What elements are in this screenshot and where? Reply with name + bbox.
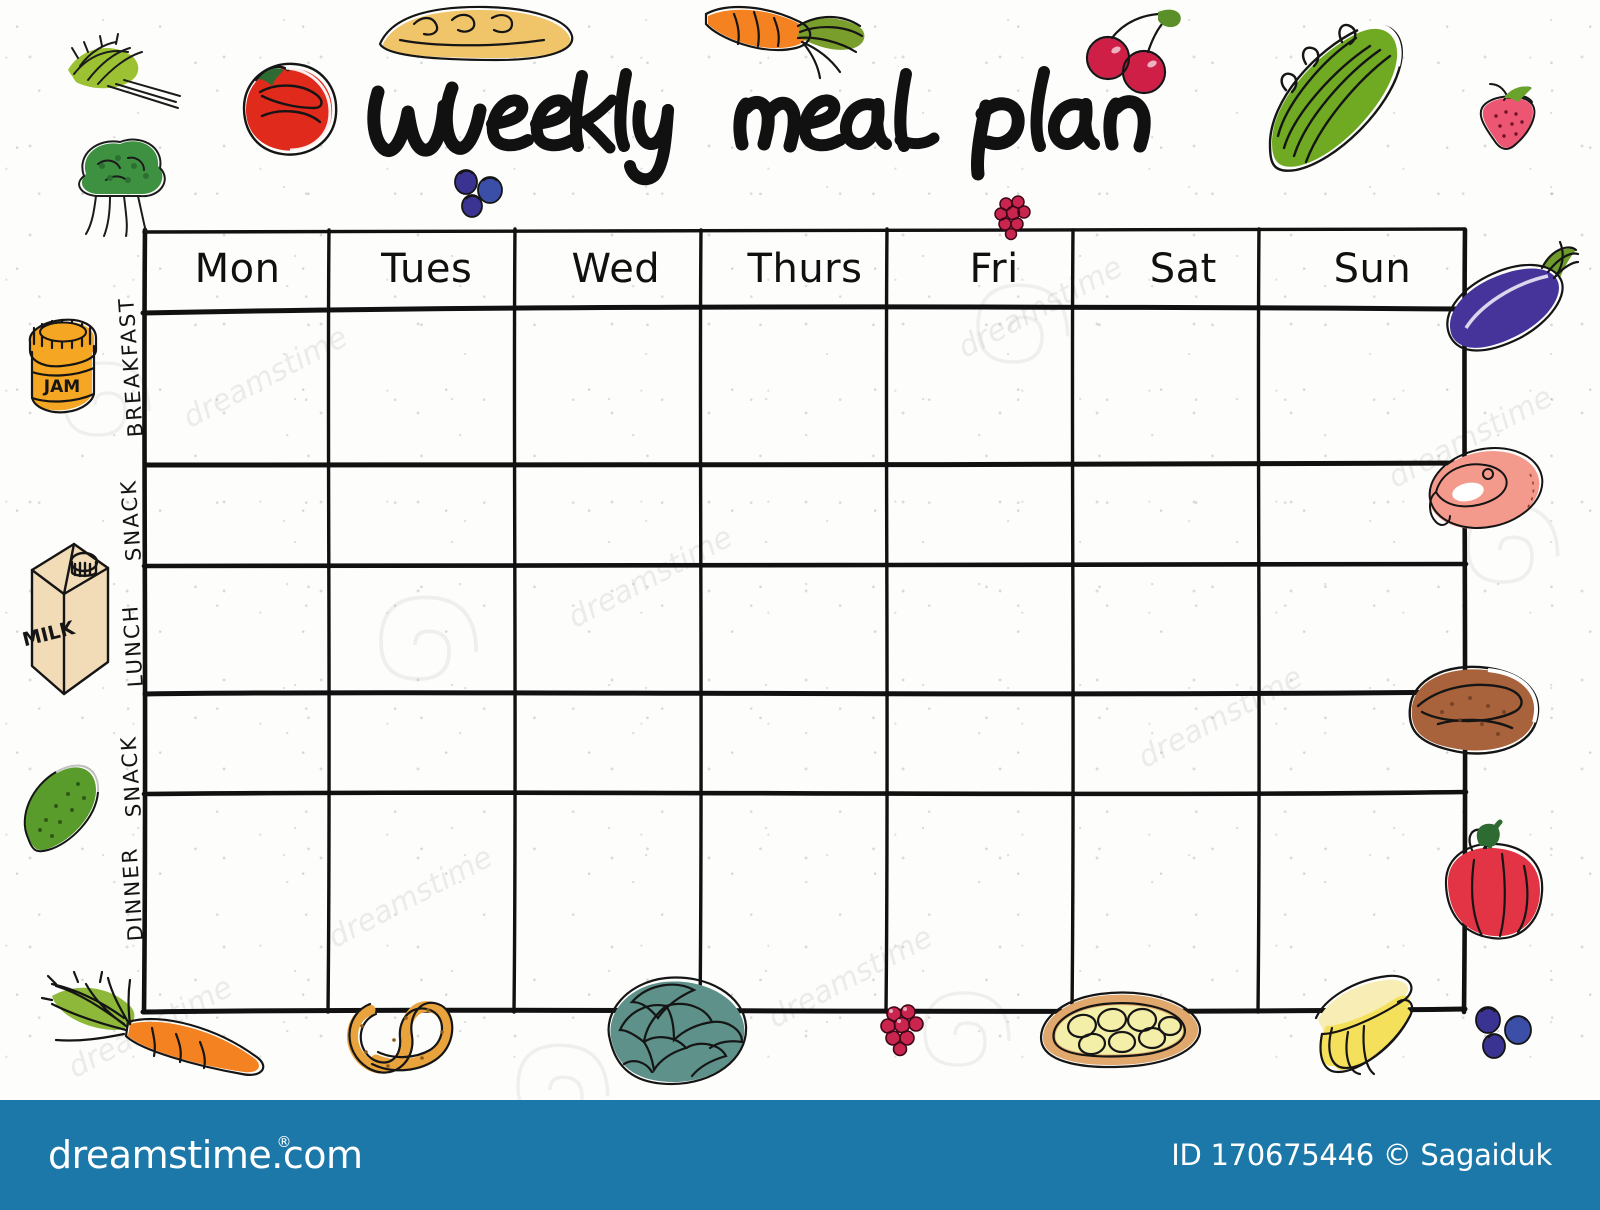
meal-cell[interactable] (143, 694, 332, 794)
strawberry-illustration (1470, 80, 1546, 160)
meal-cell[interactable] (710, 310, 899, 463)
meal-cell[interactable] (1089, 564, 1278, 694)
blueberries-bottom-illustration (1470, 1000, 1552, 1066)
blueberries-illustration (450, 160, 522, 220)
day-header-sat: Sat (1149, 246, 1217, 292)
meal-cell[interactable] (332, 794, 521, 1014)
meal-cell[interactable] (1089, 694, 1278, 794)
pretzel-illustration (336, 988, 456, 1084)
meal-cell[interactable] (143, 564, 332, 694)
eggplant-illustration (1438, 238, 1580, 368)
meal-cell[interactable] (710, 463, 899, 564)
meal-cell[interactable] (900, 564, 1089, 694)
day-header-mon: Mon (194, 246, 281, 292)
raspberry-illustration (988, 190, 1038, 246)
parsley-herbs-illustration (58, 22, 188, 112)
meal-cell[interactable] (143, 310, 332, 463)
lettuce-cabbage-illustration (594, 968, 764, 1090)
meal-cell[interactable] (521, 564, 710, 694)
dreamstime-wordmark: dreamstime.com (48, 1133, 363, 1177)
meal-cell[interactable] (900, 794, 1089, 1014)
meal-plan-grid: Mon Tues Wed Thurs Fri Sat Sun (140, 227, 1470, 1015)
stock-photo-footer: dreamstime.com ® ID 170675446 © Sagaiduk (0, 1100, 1600, 1210)
red-bell-pepper-illustration (1432, 819, 1562, 950)
meal-cell[interactable] (521, 463, 710, 564)
meal-cell[interactable] (332, 463, 521, 564)
baguette-bread-illustration (370, 2, 585, 68)
rye-bread-illustration (1398, 650, 1548, 770)
meal-cell[interactable] (1089, 794, 1278, 1014)
meal-cell[interactable] (332, 694, 521, 794)
ham-slice-illustration (1412, 430, 1557, 550)
broccoli-illustration (62, 128, 182, 238)
meal-cell[interactable] (521, 310, 710, 463)
row-label-snack-1: SNACK (116, 478, 146, 562)
cucumber-illustration (14, 748, 114, 858)
dreamstime-logo: dreamstime.com ® (48, 1133, 377, 1177)
meal-cell[interactable] (900, 310, 1089, 463)
meal-cell[interactable] (710, 564, 899, 694)
milk-carton-illustration: MILK (12, 522, 120, 702)
meal-cell[interactable] (900, 694, 1089, 794)
day-header-wed: Wed (571, 246, 661, 292)
meal-cell[interactable] (1089, 463, 1278, 564)
meal-cell[interactable] (521, 694, 710, 794)
day-header-tues: Tues (381, 246, 473, 292)
image-credit: ID 170675446 © Sagaiduk (1171, 1138, 1552, 1172)
banana-illustration (1296, 962, 1436, 1082)
row-label-snack-2: SNACK (116, 734, 146, 818)
raspberry-bottom-illustration (874, 1000, 932, 1062)
day-header-thurs: Thurs (747, 246, 863, 292)
corn-cob-illustration (1030, 982, 1210, 1074)
meal-cell[interactable] (332, 310, 521, 463)
meal-cell[interactable] (900, 463, 1089, 564)
carrot-illustration (700, 0, 890, 80)
tomato-illustration (230, 46, 350, 166)
meal-cell[interactable] (1089, 310, 1278, 463)
meal-cell[interactable] (143, 463, 332, 564)
weekly-meal-plan-poster: dreamstime dreamstime dreamstime dreamst… (0, 0, 1600, 1210)
cherries-illustration (1078, 9, 1188, 110)
jam-jar-label: JAM (43, 377, 80, 397)
registered-mark-icon: ® (276, 1133, 291, 1151)
carrot-bottom-illustration (32, 970, 282, 1082)
meal-cell[interactable] (710, 694, 899, 794)
jam-jar-illustration: JAM (6, 300, 112, 416)
celery-illustration (1250, 12, 1430, 182)
meal-cell[interactable] (332, 564, 521, 694)
